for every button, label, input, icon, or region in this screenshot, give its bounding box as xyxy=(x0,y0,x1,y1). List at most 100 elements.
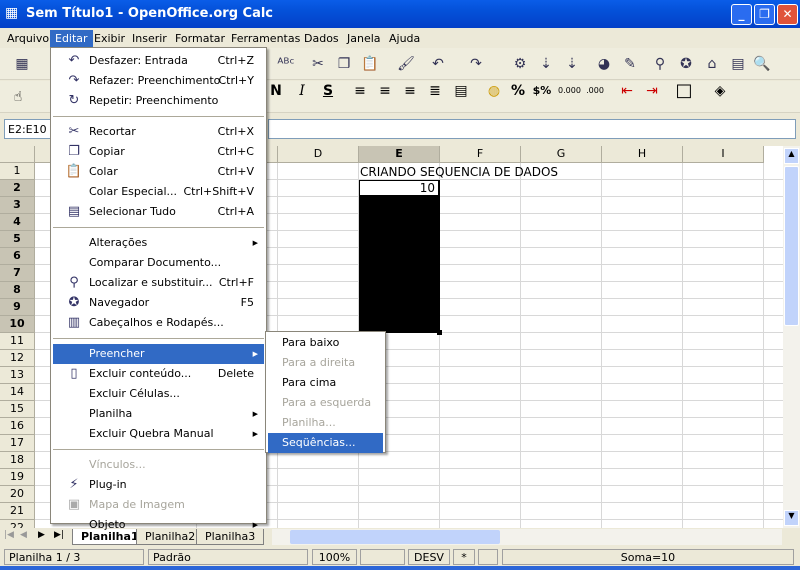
row-header-11[interactable]: 11 xyxy=(0,333,35,350)
prev-sheet-button[interactable]: ◀ xyxy=(20,530,27,540)
name-box[interactable]: E2:E10 xyxy=(4,119,54,139)
format-paintbrush-icon[interactable]: 🖌 xyxy=(396,54,416,74)
menu-item-colar[interactable]: 📋 Colar Ctrl+V xyxy=(53,162,264,182)
row-header-21[interactable]: 21 xyxy=(0,503,35,520)
first-sheet-button[interactable]: |◀ xyxy=(4,530,14,540)
menu-editar[interactable]: Editar xyxy=(50,30,93,48)
menu-item-colar-especial[interactable]: Colar Especial... Ctrl+Shift+V xyxy=(53,182,264,202)
horizontal-scroll-thumb[interactable] xyxy=(290,530,500,544)
scroll-up-button[interactable]: ▲ xyxy=(784,148,799,164)
delete-decimal-button[interactable]: .000 xyxy=(585,81,605,101)
percent-button[interactable]: % xyxy=(508,81,528,101)
menu-item-selecionar-tudo[interactable]: ▤ Selecionar Tudo Ctrl+A xyxy=(53,202,264,222)
row-header-3[interactable]: 3 xyxy=(0,197,35,214)
status-zoom[interactable]: 100% xyxy=(312,549,357,565)
datasource-icon[interactable]: ▤ xyxy=(728,54,748,74)
row-header-8[interactable]: 8 xyxy=(0,282,35,299)
undo-icon[interactable]: ↶ xyxy=(428,54,448,74)
vertical-scrollbar[interactable]: ▲ ▼ xyxy=(783,146,800,528)
increase-indent-icon[interactable]: ⇥ xyxy=(642,81,662,101)
bold-button[interactable]: N xyxy=(266,81,286,101)
menu-item-excluir-c-lulas[interactable]: Excluir Células... xyxy=(53,384,264,404)
row-header-20[interactable]: 20 xyxy=(0,486,35,503)
cut-icon[interactable]: ✂ xyxy=(308,54,328,74)
cell-e2[interactable]: 10 xyxy=(359,180,439,196)
menu-ferramentas[interactable]: Ferramentas xyxy=(226,30,305,48)
next-sheet-button[interactable]: ▶ xyxy=(38,530,45,540)
sort-descending-icon[interactable]: ⇣ xyxy=(562,54,582,74)
find-icon[interactable]: ⚲ xyxy=(650,54,670,74)
background-color-icon[interactable]: ◈ xyxy=(710,81,730,101)
autopilot-icon[interactable]: ☝ xyxy=(8,87,28,107)
row-header-17[interactable]: 17 xyxy=(0,435,35,452)
selected-range-e2-e10[interactable] xyxy=(359,180,440,333)
paste-icon[interactable]: 📋 xyxy=(360,54,380,74)
menu-item-planilha[interactable]: Planilha ▶ xyxy=(53,404,264,424)
menu-item-copiar[interactable]: ❐ Copiar Ctrl+C xyxy=(53,142,264,162)
row-header-18[interactable]: 18 xyxy=(0,452,35,469)
row-header-10[interactable]: 10 xyxy=(0,316,35,333)
menu-item-objeto[interactable]: Objeto ▶ xyxy=(53,515,264,535)
chart-icon[interactable]: ◕ xyxy=(594,54,614,74)
menu-janela[interactable]: Janela xyxy=(342,30,386,48)
column-header-I[interactable]: I xyxy=(683,146,764,163)
menu-item-seq-ncias[interactable]: Seqüências... xyxy=(268,433,383,453)
menu-formatar[interactable]: Formatar xyxy=(170,30,230,48)
menu-item-navegador[interactable]: ✪ Navegador F5 xyxy=(53,293,264,313)
italic-button[interactable]: I xyxy=(292,81,312,101)
new-icon[interactable]: ▦ xyxy=(12,54,32,74)
decrease-indent-icon[interactable]: ⇤ xyxy=(617,81,637,101)
close-button[interactable]: ✕ xyxy=(777,4,798,25)
row-header-13[interactable]: 13 xyxy=(0,367,35,384)
sort-ascending-icon[interactable]: ⇣ xyxy=(536,54,556,74)
align-right-icon[interactable]: ≡ xyxy=(400,81,420,101)
column-header-E[interactable]: E xyxy=(359,146,440,163)
menu-item-repetir-preenchimento[interactable]: ↻ Repetir: Preenchimento xyxy=(53,91,264,111)
row-header-14[interactable]: 14 xyxy=(0,384,35,401)
row-header-19[interactable]: 19 xyxy=(0,469,35,486)
column-header-H[interactable]: H xyxy=(602,146,683,163)
menu-item-comparar-documento[interactable]: Comparar Documento... xyxy=(53,253,264,273)
row-header-15[interactable]: 15 xyxy=(0,401,35,418)
row-header-6[interactable]: 6 xyxy=(0,248,35,265)
column-header-F[interactable]: F xyxy=(440,146,521,163)
borders-icon[interactable]: □ xyxy=(674,81,694,101)
row-header-9[interactable]: 9 xyxy=(0,299,35,316)
fill-handle[interactable] xyxy=(437,330,442,335)
vertical-scroll-thumb[interactable] xyxy=(784,166,799,326)
gallery-icon[interactable]: ⌂ xyxy=(702,54,722,74)
menu-ajuda[interactable]: Ajuda xyxy=(384,30,425,48)
underline-button[interactable]: S xyxy=(318,81,338,101)
column-header-D[interactable]: D xyxy=(278,146,359,163)
status-page-style[interactable]: Padrão xyxy=(148,549,308,565)
align-center-icon[interactable]: ≡ xyxy=(375,81,395,101)
draw-icon[interactable]: ✎ xyxy=(620,54,640,74)
row-header-16[interactable]: 16 xyxy=(0,418,35,435)
navigator-icon[interactable]: ✪ xyxy=(676,54,696,74)
horizontal-scrollbar[interactable] xyxy=(272,529,782,545)
zoom-icon[interactable]: 🔍 xyxy=(752,54,772,74)
redo-icon[interactable]: ↷ xyxy=(466,54,486,74)
menu-item-plug-in[interactable]: ⚡ Plug-in xyxy=(53,475,264,495)
select-all-corner[interactable] xyxy=(0,146,35,163)
menu-item-cabe-alhos-e-rodap-s[interactable]: ▥ Cabeçalhos e Rodapés... xyxy=(53,313,264,333)
menu-item-refazer-preenchimento[interactable]: ↷ Refazer: Preenchimento Ctrl+Y xyxy=(53,71,264,91)
cell-e1[interactable]: CRIANDO SEQUENCIA DE DADOS xyxy=(360,165,558,179)
menu-item-preencher[interactable]: Preencher ▶ xyxy=(53,344,264,364)
merge-cells-icon[interactable]: ▤ xyxy=(451,81,471,101)
data-pilot-icon[interactable]: ⚙ xyxy=(510,54,530,74)
row-header-2[interactable]: 2 xyxy=(0,180,35,197)
menu-dados[interactable]: Dados xyxy=(299,30,344,48)
currency-format-icon[interactable]: ◍ xyxy=(484,81,504,101)
menu-item-excluir-conte-do[interactable]: ▯ Excluir conteúdo... Delete xyxy=(53,364,264,384)
row-header-7[interactable]: 7 xyxy=(0,265,35,282)
copy-icon[interactable]: ❐ xyxy=(334,54,354,74)
restore-button[interactable]: ❐ xyxy=(754,4,775,25)
formula-input[interactable] xyxy=(268,119,796,139)
scroll-down-button[interactable]: ▼ xyxy=(784,510,799,526)
row-header-5[interactable]: 5 xyxy=(0,231,35,248)
menu-item-excluir-quebra-manual[interactable]: Excluir Quebra Manual ▶ xyxy=(53,424,264,444)
justify-icon[interactable]: ≣ xyxy=(425,81,445,101)
menu-item-altera-es[interactable]: Alterações ▶ xyxy=(53,233,264,253)
align-left-icon[interactable]: ≡ xyxy=(350,81,370,101)
